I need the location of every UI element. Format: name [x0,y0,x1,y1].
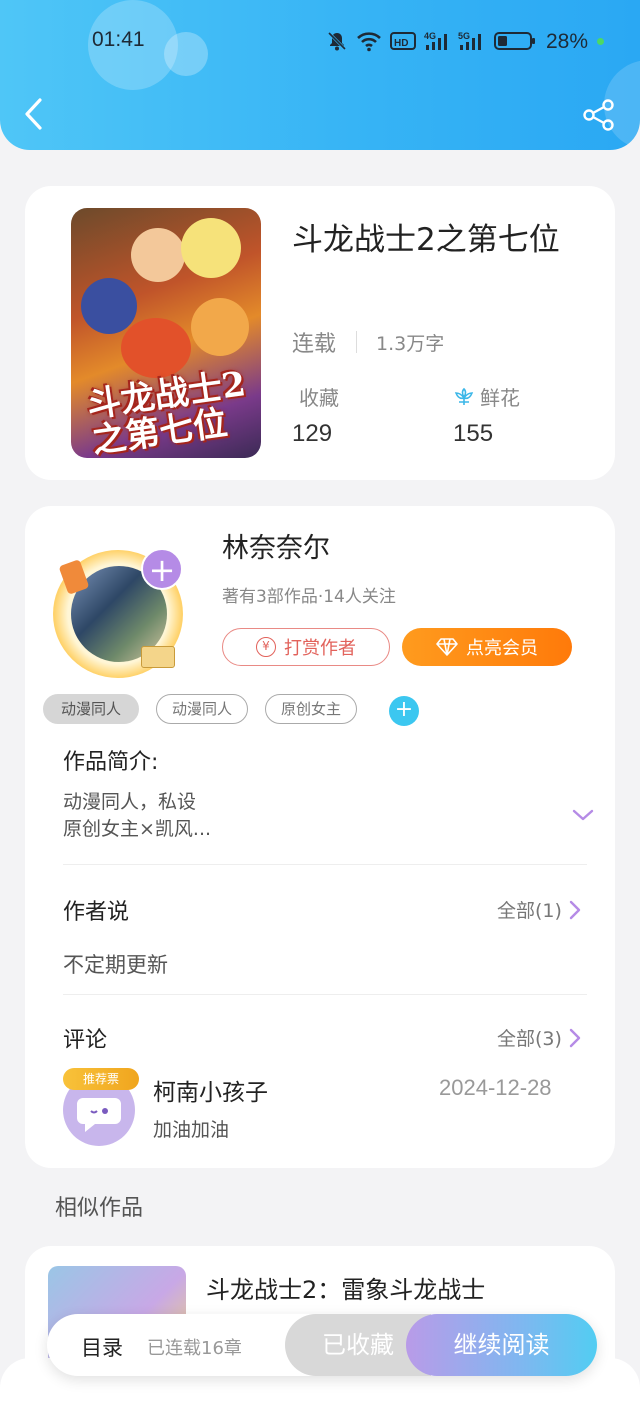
decor-bubble [164,32,208,76]
favorited-label: 已收藏 [322,1331,394,1359]
author-says-text: 不定期更新 [63,953,168,977]
tag[interactable]: 动漫同人 [156,694,248,724]
tag[interactable]: 动漫同人 [43,694,139,724]
battery-percent: 28% [546,30,589,53]
cover-title: 斗龙战士2之第七位 [84,364,249,458]
flower-count: 155 [453,420,494,447]
status-time: 01:41 [92,28,145,51]
divider [356,331,357,353]
similar-works-title: 相似作品 [55,1196,144,1221]
more-label: 全部(3) [497,1028,562,1050]
bottom-action-bar: 目录 已连载16章 已收藏 继续阅读 [47,1314,597,1376]
intro-title: 作品简介: [63,750,159,775]
tip-label: 打赏作者 [284,638,356,659]
back-button[interactable] [18,96,54,132]
svg-text:HD: HD [394,38,408,49]
recommend-badge: 推荐票 [63,1068,139,1090]
comment-text: 加油加油 [153,1119,230,1141]
intro-line: 原创女主×凯风... [63,818,212,840]
collect-count: 129 [292,420,333,447]
collect-label: 收藏 [299,386,339,410]
diamond-icon [436,638,458,656]
privacy-indicator [597,38,604,45]
book-info-card: 斗龙战士2之第七位 斗龙战士2之第七位 连载 1.3万字 收藏 129 鲜花 1… [25,186,615,480]
hd-icon: HD [390,31,416,51]
author-says-title: 作者说 [63,900,130,925]
chevron-down-icon [572,809,594,821]
book-status: 连载 [292,332,337,357]
cover-figure [191,298,249,356]
divider [63,994,587,995]
comment-date: 2024-12-28 [439,1075,552,1100]
signal-5g-icon: 5G [458,30,486,52]
cover-figure [81,278,137,334]
tip-author-button[interactable]: ¥ 打赏作者 [222,628,390,666]
yen-icon: ¥ [256,637,276,657]
share-icon [583,99,614,131]
cover-figure [121,318,191,378]
detail-card: + 林奈奈尔 著有3部作品·14人关注 ¥ 打赏作者 点亮会员 动漫同人 动漫同… [25,506,615,1168]
author-name[interactable]: 林奈奈尔 [222,526,330,565]
author-meta: 著有3部作品·14人关注 [222,587,396,607]
top-header: 01:41 HD 4G 5G 28% [0,0,640,150]
tag[interactable]: 原创女主 [265,694,357,724]
back-arrow-icon [25,98,42,130]
chapter-count: 已连载16章 [147,1338,242,1359]
cover-figure [131,228,185,282]
book-cover[interactable]: 斗龙战士2之第七位 [71,208,261,458]
cover-figure [181,218,241,278]
flower-icon [454,387,474,405]
share-button[interactable] [582,98,616,132]
comments-title: 评论 [63,1028,108,1053]
svg-text:5G: 5G [458,31,470,41]
more-label: 全部(1) [497,900,562,922]
book-decor [141,646,175,668]
word-count: 1.3万字 [376,333,445,355]
flower-stat[interactable]: 鲜花 [452,382,520,411]
intro-text[interactable]: 动漫同人，私设 原创女主×凯风... [63,789,211,843]
vip-label: 点亮会员 [466,638,538,659]
flower-label: 鲜花 [480,386,520,410]
plus-icon: + [148,551,176,589]
comments-more-link[interactable]: 全部(3) [497,1024,582,1051]
add-tag-button[interactable]: + [389,696,419,726]
intro-line: 动漫同人，私设 [63,791,197,813]
follow-author-button[interactable]: + [141,548,183,590]
vip-button[interactable]: 点亮会员 [402,628,572,666]
chevron-right-icon [569,900,581,919]
mute-bell-icon [326,30,348,52]
author-says-more-link[interactable]: 全部(1) [497,896,582,923]
plus-icon: + [394,697,414,722]
wifi-icon [356,30,382,52]
continue-reading-button[interactable]: 继续阅读 [406,1314,597,1376]
signal-4g-icon: 4G [424,30,450,52]
divider [63,864,587,865]
battery-icon [494,30,536,52]
toc-button[interactable]: 目录 [81,1332,123,1362]
svg-text:4G: 4G [424,31,436,41]
commenter-name[interactable]: 柯南小孩子 [153,1073,268,1107]
similar-title: 斗龙战士2：雷象斗龙战士 [206,1276,486,1304]
expand-intro-button[interactable] [571,803,595,827]
status-icons: HD 4G 5G [326,28,536,54]
book-title: 斗龙战士2之第七位 [292,222,560,258]
chevron-right-icon [569,1028,581,1047]
